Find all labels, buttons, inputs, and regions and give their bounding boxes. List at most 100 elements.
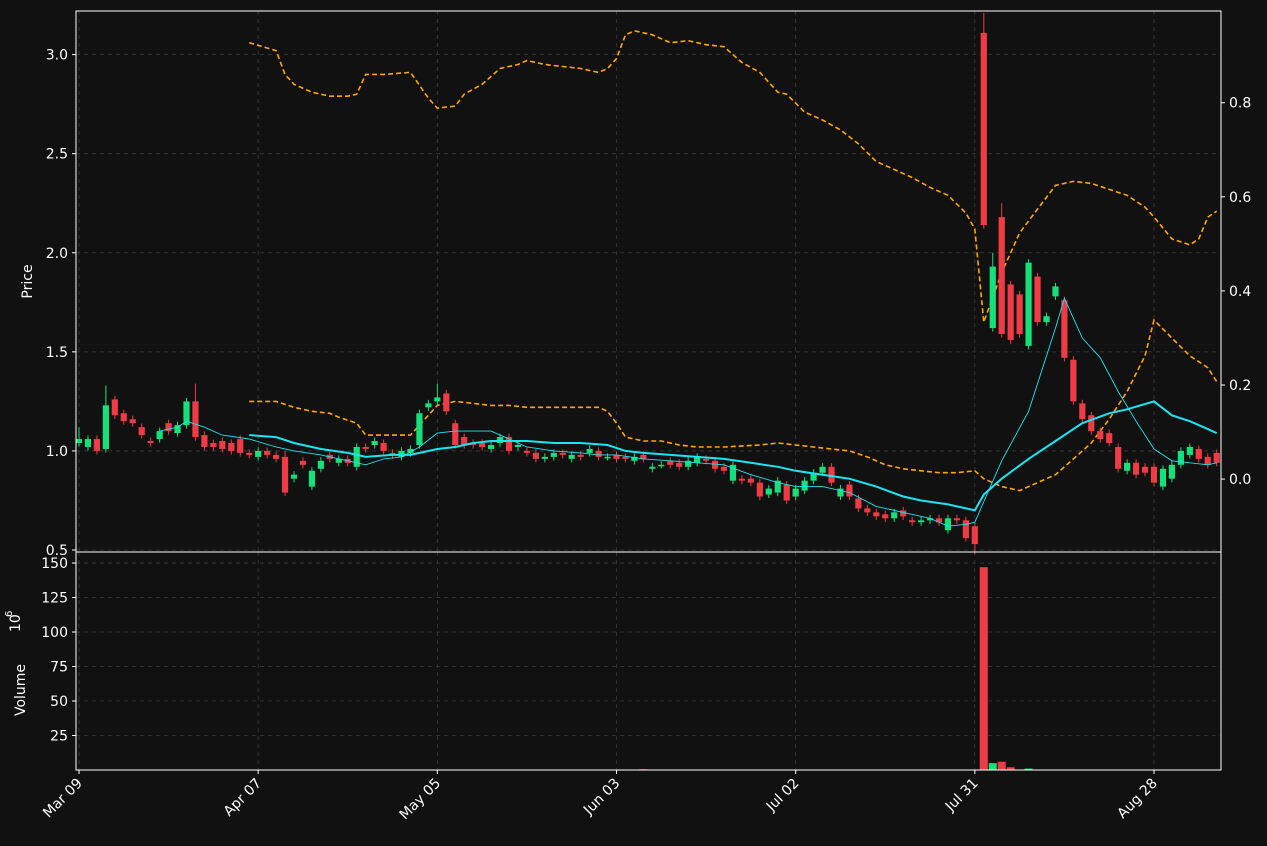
volume-ytick-label: 100 [41,625,68,641]
candle-body [138,427,145,436]
secondary-ytick-label: 0.2 [1229,378,1251,394]
candle-body [299,460,307,465]
candle-body [1034,276,1041,323]
axes [75,10,1222,771]
candle-body [783,484,790,501]
candle-body [1213,452,1220,463]
candle-body [308,470,316,487]
candle-body [891,512,898,519]
candle-body [711,460,719,469]
candle-body [989,266,996,329]
candle-body [416,413,423,445]
chart-svg: 0.51.01.52.02.53.00.00.20.40.60.82550751… [4,10,1251,824]
candle-body [487,444,495,449]
candle-body [962,520,969,539]
x-tick-label: May 05 [397,776,445,824]
candle-body [577,454,584,457]
candle-body [237,439,244,453]
candle-body [93,439,101,451]
candle-body [586,448,593,453]
price-ytick-label: 2.5 [46,147,68,163]
candle-body [792,488,799,497]
candlestick-chart: 0.5 1.0 1.5 2.0 2.5 3.0 0.0 0.2 0.4 0.6 0.8 25 50 75 1… [0,0,1267,842]
price-panel-frame [75,10,1222,553]
volume-ytick-label: 25 [50,729,68,745]
candle-body [1106,433,1113,444]
candle-body [362,446,369,449]
x-tick-label: Aug 28 [1114,776,1160,822]
candle-body [864,508,871,513]
volume-ytick-label: 125 [41,591,68,607]
candle-body [210,443,217,447]
candle-body [264,450,271,455]
candle-body [147,441,154,444]
candle-body [1124,462,1131,471]
x-tick-label: Apr 07 [221,776,265,820]
candle-body [658,464,665,467]
candle-body [1115,446,1122,469]
ma-fast-line [159,297,1217,527]
candle-body [523,450,531,453]
volume-grid [76,552,1221,770]
candle-body [514,444,522,447]
volume-ylabel-exponent: 6 [4,611,15,617]
candle-body [541,456,548,459]
candle-body [1079,403,1086,420]
candle-body [201,435,208,447]
candle-body [622,456,629,459]
candle-body [255,450,262,457]
price-ytick-label: 1.0 [46,444,68,460]
candle-body [550,452,557,457]
candle-body [272,454,280,459]
candle-body [452,423,459,445]
moving-averages [159,297,1218,527]
candle-body [371,441,378,445]
candle-body [1007,284,1014,340]
x-tick-label: Jun 03 [580,776,623,819]
candle-body [1070,359,1077,402]
candle-body [443,393,450,412]
candle-body [720,466,728,471]
candle-body [75,439,83,444]
candle-body [1088,415,1095,432]
candle-body [702,458,710,461]
volume-ylabel: Volume [13,664,29,716]
candle-body [219,441,226,449]
secondary-ytick-label: 0.0 [1229,472,1251,488]
candle-body [765,488,772,495]
ma-slow-line [249,400,1218,512]
price-grid [76,11,1221,552]
volume-ytick-label: 150 [41,556,68,572]
candle-body [129,419,136,424]
bollinger-bands [248,29,1218,492]
candle-body [595,450,602,457]
candle-body [998,217,1005,335]
candle-body [84,439,92,447]
candle-body [192,401,199,438]
candle-body [174,425,181,434]
candle-body [380,443,387,451]
candle-body [953,518,961,521]
candle-body [756,482,763,497]
candle-body [1016,294,1023,335]
candle-body [1204,456,1211,465]
secondary-ytick-label: 0.8 [1229,96,1251,112]
candle-body [102,405,109,449]
candle-body [855,498,862,509]
candle-body [1159,468,1167,487]
candle-body [1097,431,1104,440]
volume-ytick-label: 75 [50,660,68,676]
candle-body [971,526,978,545]
candle-body [801,480,808,491]
price-ytick-label: 2.0 [46,246,68,262]
candle-body [819,466,826,473]
candle-body [111,399,118,416]
x-tick-label: Jul 02 [763,776,803,816]
price-ytick-label: 1.5 [46,345,68,361]
candle-body [846,484,853,497]
candle-body [980,32,987,226]
candle-body [676,462,683,467]
candle-body [917,520,925,523]
band-upper-line [248,29,1218,323]
candle-body [882,514,889,519]
